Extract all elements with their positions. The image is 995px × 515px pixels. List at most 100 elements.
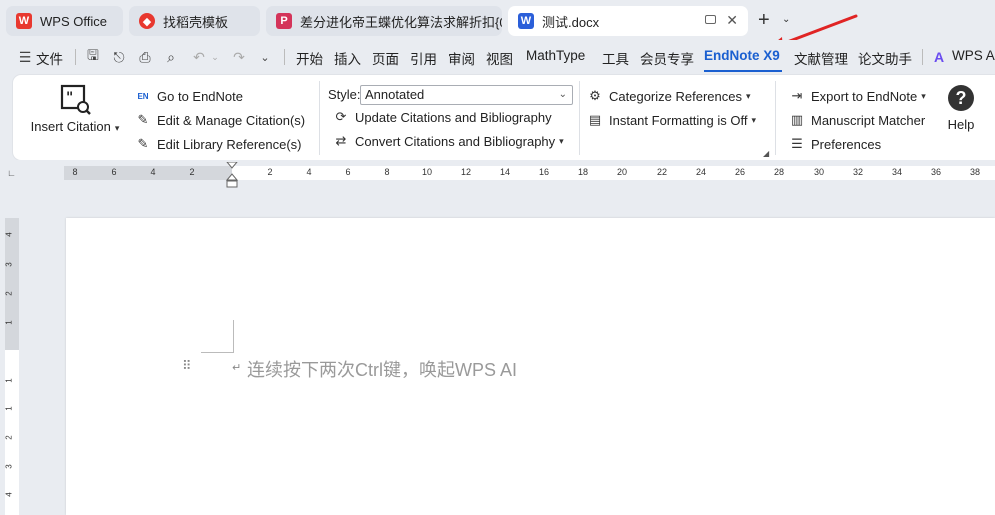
ruler-number: 1 — [4, 406, 14, 411]
menu-tools[interactable]: 工具 — [602, 48, 629, 68]
insert-citation-label: Insert Citation — [30, 119, 111, 134]
categorize-references-button[interactable]: ⚙ Categorize References ▾ — [587, 88, 750, 104]
update-citations-label: Update Citations and Bibliography — [355, 109, 552, 125]
vertical-ruler[interactable]: 4 3 2 1 1 1 2 3 4 — [5, 218, 19, 515]
instant-formatting-label: Instant Formatting is Off — [609, 112, 748, 128]
ruler-number: 28 — [773, 167, 785, 177]
print-preview-icon[interactable]: ⌕ — [162, 48, 180, 66]
categorize-references-label: Categorize References — [609, 88, 742, 104]
menu-thesis-assistant[interactable]: 论文助手 — [858, 48, 912, 68]
hamburger-menu-icon[interactable]: ☰ — [16, 48, 34, 66]
menu-file[interactable]: 文件 — [36, 48, 63, 68]
menu-literature[interactable]: 文献管理 — [794, 48, 848, 68]
menu-wps-ai[interactable]: WPS AI — [952, 48, 995, 63]
ruler-number: 6 — [111, 167, 117, 177]
preferences-button[interactable]: ☰ Preferences — [789, 136, 881, 152]
save-icon[interactable]: 🖫 — [84, 47, 102, 66]
close-tab-icon[interactable]: ✕ — [726, 12, 738, 29]
word-doc-icon: W — [518, 13, 534, 29]
ruler-number: 1 — [4, 320, 14, 325]
export-to-endnote-label: Export to EndNote — [811, 88, 918, 104]
edit-citation-icon: ✎ — [137, 112, 149, 127]
go-to-endnote-label: Go to EndNote — [157, 88, 243, 104]
menu-reference[interactable]: 引用 — [410, 48, 437, 68]
ruler-number: 8 — [72, 167, 78, 177]
ruler-margin — [64, 166, 232, 180]
divider — [75, 49, 76, 65]
dialog-launcher-icon[interactable]: ◢ — [763, 149, 769, 158]
chevron-down-icon[interactable]: ⌄ — [256, 48, 274, 66]
svg-text:": " — [66, 90, 73, 106]
ruler-number: 26 — [734, 167, 746, 177]
ruler-number: 4 — [150, 167, 156, 177]
help-button[interactable]: ? Help — [941, 85, 981, 132]
menu-endnote[interactable]: EndNote X9 — [704, 48, 780, 63]
horizontal-ruler[interactable]: 8 6 4 2 2 4 6 8 10 12 14 16 18 20 22 24 … — [64, 166, 995, 180]
tab-stop-selector-icon[interactable]: ∟ — [7, 168, 17, 178]
menu-member[interactable]: 会员专享 — [640, 48, 694, 68]
edit-manage-citations-button[interactable]: ✎ Edit & Manage Citation(s) — [135, 112, 306, 128]
menu-mathtype[interactable]: MathType — [526, 48, 585, 63]
edit-library-icon: ✎ — [137, 136, 149, 151]
update-citations-icon: ⟳ — [335, 109, 347, 124]
ruler-number: 6 — [345, 167, 351, 177]
instant-formatting-button[interactable]: ▤ Instant Formatting is Off ▾ — [587, 112, 756, 128]
style-select[interactable]: Annotated ⌄ — [360, 85, 573, 105]
ruler-number: 3 — [4, 464, 14, 469]
convert-citations-button[interactable]: ⇄ Convert Citations and Bibliography ▾ — [333, 133, 564, 149]
wps-ai-icon[interactable]: A — [930, 48, 948, 66]
insert-citation-icon: " — [60, 84, 91, 115]
undo-dropdown-icon[interactable]: ⌄ — [206, 48, 224, 66]
divider — [922, 49, 923, 65]
ruler-number: 32 — [852, 167, 864, 177]
ruler-body — [5, 350, 19, 515]
edit-library-references-label: Edit Library Reference(s) — [157, 136, 302, 152]
menu-view[interactable]: 视图 — [486, 48, 513, 68]
tab-test-docx[interactable]: W 测试.docx ✕ — [508, 6, 748, 36]
margin-corner-mark — [201, 320, 234, 353]
manuscript-matcher-icon: ▥ — [790, 112, 804, 127]
divider — [319, 81, 320, 155]
tab-label: 测试.docx — [542, 14, 600, 30]
active-tab-underline — [704, 70, 782, 72]
menu-review[interactable]: 审阅 — [448, 48, 475, 68]
divider — [775, 81, 776, 155]
window-mode-icon[interactable] — [705, 15, 716, 24]
ruler-number: 24 — [695, 167, 707, 177]
paragraph-mark-icon: ↵ — [232, 362, 242, 374]
divider — [579, 81, 580, 155]
tab-docer[interactable]: ◆ 找稻壳模板 — [129, 6, 260, 36]
ruler-number: 10 — [421, 167, 433, 177]
manuscript-matcher-button[interactable]: ▥ Manuscript Matcher — [789, 112, 925, 128]
categorize-icon: ⚙ — [589, 88, 601, 103]
tab-ppt-document[interactable]: P 差分进化帝王蝶优化算法求解折扣{0-1 — [266, 6, 502, 36]
ruler-number: 34 — [891, 167, 903, 177]
export-to-endnote-button[interactable]: ⇥ Export to EndNote ▾ — [789, 88, 926, 104]
tab-label: WPS Office — [40, 13, 107, 29]
edit-library-references-button[interactable]: ✎ Edit Library Reference(s) — [135, 136, 302, 152]
preferences-icon: ☰ — [791, 136, 803, 151]
ruler-number: 2 — [4, 291, 14, 296]
endnote-ribbon: " Insert Citation ▾ EN Go to EndNote ✎ Ed… — [13, 75, 995, 160]
print-icon[interactable]: ⎙ — [136, 48, 154, 66]
ruler-number: 4 — [306, 167, 312, 177]
redo-icon[interactable]: ↷ — [230, 48, 248, 66]
help-label: Help — [947, 117, 975, 132]
go-to-endnote-button[interactable]: EN Go to EndNote — [135, 88, 243, 104]
indent-marker-icon[interactable] — [226, 162, 238, 188]
preferences-label: Preferences — [811, 136, 882, 152]
document-page[interactable]: ⠿ ↵ 连续按下两次Ctrl键，唤起WPS AI — [66, 218, 995, 515]
update-citations-button[interactable]: ⟳ Update Citations and Bibliography — [333, 109, 552, 125]
menu-start[interactable]: 开始 — [296, 48, 323, 68]
menu-page[interactable]: 页面 — [372, 48, 399, 68]
export-pdf-icon[interactable]: ⎋ — [110, 48, 128, 66]
chevron-down-icon: ▾ — [921, 90, 926, 101]
ruler-number: 38 — [969, 167, 981, 177]
ruler-number: 16 — [538, 167, 550, 177]
drag-handle-icon[interactable]: ⠿ — [182, 358, 191, 374]
ruler-number: 30 — [813, 167, 825, 177]
docer-icon: ◆ — [139, 13, 155, 29]
insert-citation-button[interactable]: " Insert Citation ▾ — [29, 83, 121, 134]
menu-insert[interactable]: 插入 — [334, 48, 361, 68]
tab-wps-office[interactable]: W WPS Office — [6, 6, 123, 36]
